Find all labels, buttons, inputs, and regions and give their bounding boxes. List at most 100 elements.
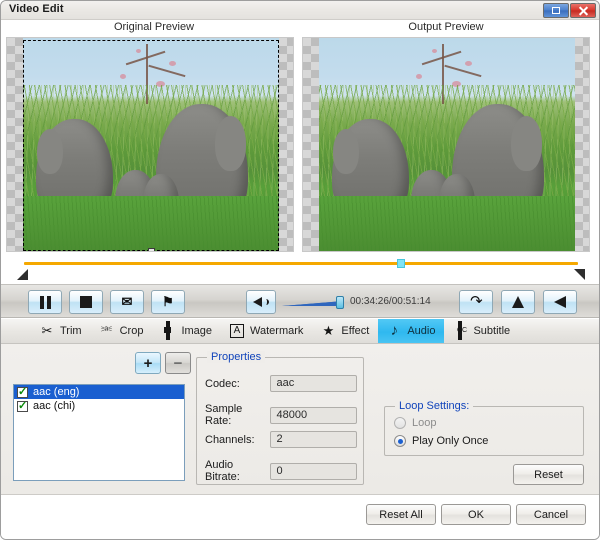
codec-field[interactable]: aac	[270, 375, 357, 392]
volume-slider[interactable]	[282, 296, 344, 309]
transport-bar: ✉ ⚑ 00:34:26/00:51:14 ↶	[1, 284, 599, 318]
output-preview-label: Output Preview	[408, 21, 484, 33]
cancel-button[interactable]: Cancel	[516, 504, 586, 525]
timeline[interactable]	[1, 257, 599, 284]
image-icon	[161, 321, 175, 340]
volume-track	[282, 301, 344, 306]
elephant-ear	[333, 128, 360, 174]
mark-in-button[interactable]: ✉	[110, 290, 144, 314]
dialog-footer: Reset All OK Cancel	[1, 495, 599, 539]
checkbox-checked-icon[interactable]	[17, 399, 28, 412]
sample-rate-field[interactable]: 48000	[270, 406, 357, 424]
flip-vertical-icon	[512, 296, 524, 308]
foreground-grass	[319, 195, 575, 251]
tab-effect[interactable]: ★ Effect	[312, 319, 378, 343]
undo-button[interactable]: ↶	[459, 290, 493, 314]
blossom	[431, 48, 437, 53]
codec-label: Codec:	[205, 377, 240, 390]
volume-knob[interactable]	[336, 296, 344, 309]
loop-settings-title: Loop Settings:	[395, 400, 474, 412]
flip-horizontal-button[interactable]	[543, 290, 577, 314]
scissors-icon: ✂	[41, 323, 53, 338]
flip-horizontal-icon	[554, 296, 566, 308]
flip-vertical-button[interactable]	[501, 290, 535, 314]
star-icon: ★	[322, 323, 335, 338]
subtitle-icon: CC	[453, 321, 467, 340]
tab-label: Effect	[341, 325, 370, 337]
sample-rate-label: Sample Rate:	[205, 403, 243, 427]
mark-in-icon: ✉	[121, 294, 133, 309]
remove-audio-button: −	[165, 352, 191, 374]
music-note-icon: ♪	[390, 322, 399, 339]
tab-label: Crop	[119, 325, 144, 337]
tab-label: Subtitle	[473, 325, 511, 337]
seek-playhead[interactable]	[397, 259, 405, 268]
reset-button[interactable]: Reset	[513, 464, 584, 485]
tab-label: Watermark	[250, 325, 304, 337]
stop-button[interactable]	[69, 290, 103, 314]
stop-icon	[80, 296, 92, 308]
radio-button-icon[interactable]	[394, 417, 406, 429]
watermark-icon: A	[230, 324, 245, 338]
list-item[interactable]: aac (chi)	[14, 399, 184, 413]
output-preview-pane[interactable]	[302, 37, 590, 252]
tab-image[interactable]: Image	[152, 319, 221, 343]
properties-title: Properties	[207, 351, 266, 363]
list-item-label: aac (eng)	[33, 386, 80, 398]
codec-row: Codec: aac	[205, 375, 357, 392]
original-preview-label: Original Preview	[113, 21, 195, 33]
tab-label: Image	[181, 325, 213, 337]
tab-label: Trim	[60, 325, 82, 337]
radio-play-only-once[interactable]: Play Only Once	[394, 435, 488, 447]
speaker-icon	[253, 296, 269, 309]
video-edit-window: Video Edit Original Preview Output Previ…	[0, 0, 600, 540]
tab-subtitle[interactable]: CC Subtitle	[444, 319, 519, 343]
add-audio-button[interactable]: +	[135, 352, 161, 374]
checkbox-checked-icon[interactable]	[17, 385, 28, 398]
audio-bitrate-label: Audio Bitrate:	[205, 459, 240, 483]
mark-out-icon: ⚑	[162, 294, 174, 309]
audio-tab-panel: + − aac (eng) aac (chi) Properties Codec…	[1, 344, 599, 495]
close-icon	[578, 5, 589, 16]
elephant-ear	[511, 115, 543, 171]
tab-crop[interactable]: ⎃ Crop	[91, 319, 153, 343]
tab-watermark[interactable]: A Watermark	[221, 319, 312, 343]
tab-bar: ✂ Trim ⎃ Crop Image A Watermark ★ Effect…	[1, 319, 599, 344]
maximize-icon	[552, 7, 560, 14]
volume-button[interactable]	[246, 290, 276, 314]
list-item-label: aac (chi)	[33, 400, 76, 412]
pause-icon	[39, 295, 51, 309]
reset-all-button[interactable]: Reset All	[366, 504, 436, 525]
window-title: Video Edit	[9, 3, 64, 15]
seek-bar-track[interactable]	[24, 262, 578, 265]
radio-button-selected-icon[interactable]	[394, 435, 406, 447]
original-preview-pane[interactable]	[6, 37, 294, 252]
audio-track-list[interactable]: aac (eng) aac (chi)	[13, 384, 185, 481]
undo-icon: ↶	[469, 293, 483, 310]
properties-group: Properties Codec: aac Sample Rate: 48000…	[196, 351, 364, 485]
crop-handle-bottom[interactable]	[148, 248, 155, 251]
time-display: 00:34:26/00:51:14	[350, 296, 431, 307]
trim-start-marker[interactable]	[17, 269, 28, 280]
audio-bitrate-row: Audio Bitrate: 0	[205, 459, 357, 483]
maximize-button[interactable]	[543, 3, 569, 18]
loop-settings-group: Loop Settings: Loop Play Only Once	[384, 400, 584, 456]
list-item[interactable]: aac (eng)	[14, 385, 184, 399]
crop-selection-marquee[interactable]	[23, 40, 279, 251]
radio-loop-label: Loop	[412, 417, 437, 429]
audio-bitrate-field[interactable]: 0	[270, 462, 357, 480]
tab-audio[interactable]: ♪ Audio	[378, 319, 445, 343]
close-button[interactable]	[570, 3, 596, 18]
mark-out-button[interactable]: ⚑	[151, 290, 185, 314]
tab-trim[interactable]: ✂ Trim	[31, 319, 91, 343]
channels-field[interactable]: 2	[270, 431, 357, 448]
channels-label: Channels:	[205, 433, 255, 446]
crop-icon: ⎃	[101, 323, 113, 338]
radio-loop[interactable]: Loop	[394, 417, 436, 429]
sample-rate-row: Sample Rate: 48000	[205, 403, 357, 427]
trim-end-marker[interactable]	[574, 269, 585, 280]
pause-button[interactable]	[28, 290, 62, 314]
ok-button[interactable]: OK	[441, 504, 511, 525]
tab-label: Audio	[407, 325, 436, 337]
title-bar: Video Edit	[1, 1, 599, 20]
